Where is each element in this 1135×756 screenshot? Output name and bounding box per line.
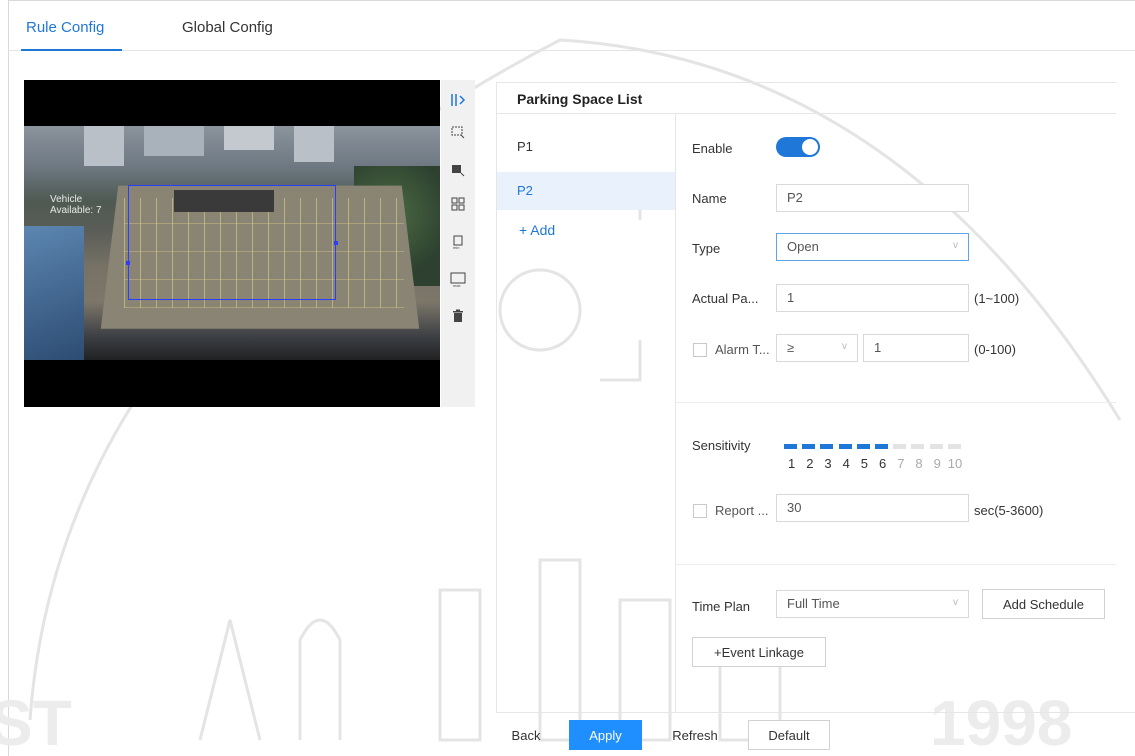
sensitivity-tick-label: 6 bbox=[879, 456, 887, 471]
event-linkage-button[interactable]: +Event Linkage bbox=[692, 637, 826, 667]
report-label: Report ... bbox=[715, 503, 769, 518]
time-plan-label: Time Plan bbox=[692, 599, 751, 614]
parking-space-list: P1 P2 + Add bbox=[496, 114, 676, 712]
alarm-hint: (0-100) bbox=[974, 342, 1016, 357]
detection-zone[interactable] bbox=[128, 185, 336, 300]
name-input[interactable]: P2 bbox=[776, 184, 969, 212]
sensitivity-tick-label: 2 bbox=[806, 456, 814, 471]
tab-rule-config[interactable]: Rule Config bbox=[26, 19, 104, 36]
sensitivity-tick-label: 10 bbox=[947, 456, 963, 471]
min-size-icon[interactable]: min bbox=[448, 232, 468, 252]
type-select-value: Open bbox=[787, 239, 819, 254]
sensitivity-segment[interactable] bbox=[893, 444, 907, 449]
apply-button[interactable]: Apply bbox=[569, 720, 642, 750]
name-label: Name bbox=[692, 191, 727, 206]
sensitivity-segment[interactable] bbox=[856, 444, 870, 449]
draw-area-icon[interactable] bbox=[448, 90, 468, 110]
delete-icon[interactable] bbox=[448, 306, 468, 326]
parking-list-header: Parking Space List bbox=[496, 82, 1116, 114]
add-parking-space-link[interactable]: + Add bbox=[519, 222, 555, 238]
list-item-p2[interactable]: P2 bbox=[497, 172, 675, 210]
enable-toggle[interactable] bbox=[776, 137, 820, 157]
chevron-down-icon: v bbox=[953, 597, 958, 608]
sensitivity-segment[interactable] bbox=[838, 444, 852, 449]
sensitivity-segment[interactable] bbox=[784, 444, 797, 449]
alarm-label: Alarm T... bbox=[715, 342, 770, 357]
actual-parking-label: Actual Pa... bbox=[692, 291, 759, 306]
toggle-knob bbox=[802, 139, 818, 155]
sensitivity-tick-label: 4 bbox=[842, 456, 850, 471]
sensitivity-segment[interactable] bbox=[820, 444, 834, 449]
overlay-line-2: Available: 7 bbox=[50, 205, 102, 216]
tab-bar: Rule Config Global Config bbox=[9, 1, 1135, 51]
add-schedule-button[interactable]: Add Schedule bbox=[982, 589, 1105, 619]
active-tab-indicator bbox=[21, 49, 122, 51]
sensitivity-tick-label: 9 bbox=[933, 456, 941, 471]
actual-parking-hint: (1~100) bbox=[974, 291, 1020, 306]
refresh-button[interactable]: Refresh bbox=[660, 720, 730, 750]
type-select[interactable]: Open v bbox=[776, 233, 969, 261]
sensitivity-segment[interactable] bbox=[929, 444, 943, 449]
section-divider bbox=[676, 402, 1116, 403]
report-hint: sec(5-3600) bbox=[974, 503, 1044, 518]
chevron-down-icon: v bbox=[953, 240, 958, 251]
sensitivity-label: Sensitivity bbox=[692, 438, 751, 453]
actual-parking-input[interactable]: 1 bbox=[776, 284, 969, 312]
report-interval-input[interactable]: 30 bbox=[776, 494, 969, 522]
sensitivity-segment[interactable] bbox=[875, 444, 888, 449]
vehicle-overlay: Vehicle Available: 7 bbox=[50, 194, 102, 216]
edit-area-icon[interactable] bbox=[448, 160, 468, 180]
draw-rectangle-icon[interactable] bbox=[448, 122, 468, 142]
max-size-icon[interactable]: max bbox=[448, 270, 468, 290]
grid-icon[interactable] bbox=[448, 194, 468, 214]
video-preview[interactable]: Vehicle Available: 7 bbox=[24, 80, 440, 407]
alarm-checkbox[interactable] bbox=[693, 343, 707, 357]
list-item-p1[interactable]: P1 bbox=[497, 128, 675, 166]
default-button[interactable]: Default bbox=[748, 720, 830, 750]
sensitivity-segment[interactable] bbox=[911, 444, 925, 449]
alarm-threshold-input[interactable]: 1 bbox=[863, 334, 969, 362]
sensitivity-tick-label: 5 bbox=[860, 456, 869, 471]
sensitivity-segment[interactable] bbox=[947, 444, 961, 449]
svg-text:min: min bbox=[453, 245, 459, 250]
sensitivity-tick-label: 8 bbox=[915, 456, 923, 471]
parking-lot-image: Vehicle Available: 7 bbox=[24, 126, 440, 360]
type-label: Type bbox=[692, 241, 721, 256]
chevron-down-icon: v bbox=[842, 341, 847, 352]
tab-global-config[interactable]: Global Config bbox=[182, 19, 273, 36]
drawing-toolbar: min max bbox=[441, 80, 475, 407]
time-plan-value: Full Time bbox=[787, 596, 840, 611]
report-checkbox[interactable] bbox=[693, 504, 707, 518]
parking-list-title: Parking Space List bbox=[517, 91, 643, 107]
alarm-operator-select[interactable]: ≥ v bbox=[776, 334, 858, 362]
svg-text:max: max bbox=[453, 283, 461, 288]
enable-label: Enable bbox=[692, 141, 733, 156]
back-button[interactable]: Back bbox=[503, 720, 549, 750]
overlay-line-1: Vehicle bbox=[50, 194, 83, 205]
section-divider bbox=[676, 564, 1116, 565]
sensitivity-segment[interactable] bbox=[802, 444, 816, 449]
alarm-operator-value: ≥ bbox=[787, 340, 795, 355]
sensitivity-tick-label: 7 bbox=[897, 456, 905, 471]
time-plan-select[interactable]: Full Time v bbox=[776, 590, 969, 618]
sensitivity-tick-label: 3 bbox=[824, 456, 832, 471]
sensitivity-tick-label: 1 bbox=[788, 456, 796, 471]
